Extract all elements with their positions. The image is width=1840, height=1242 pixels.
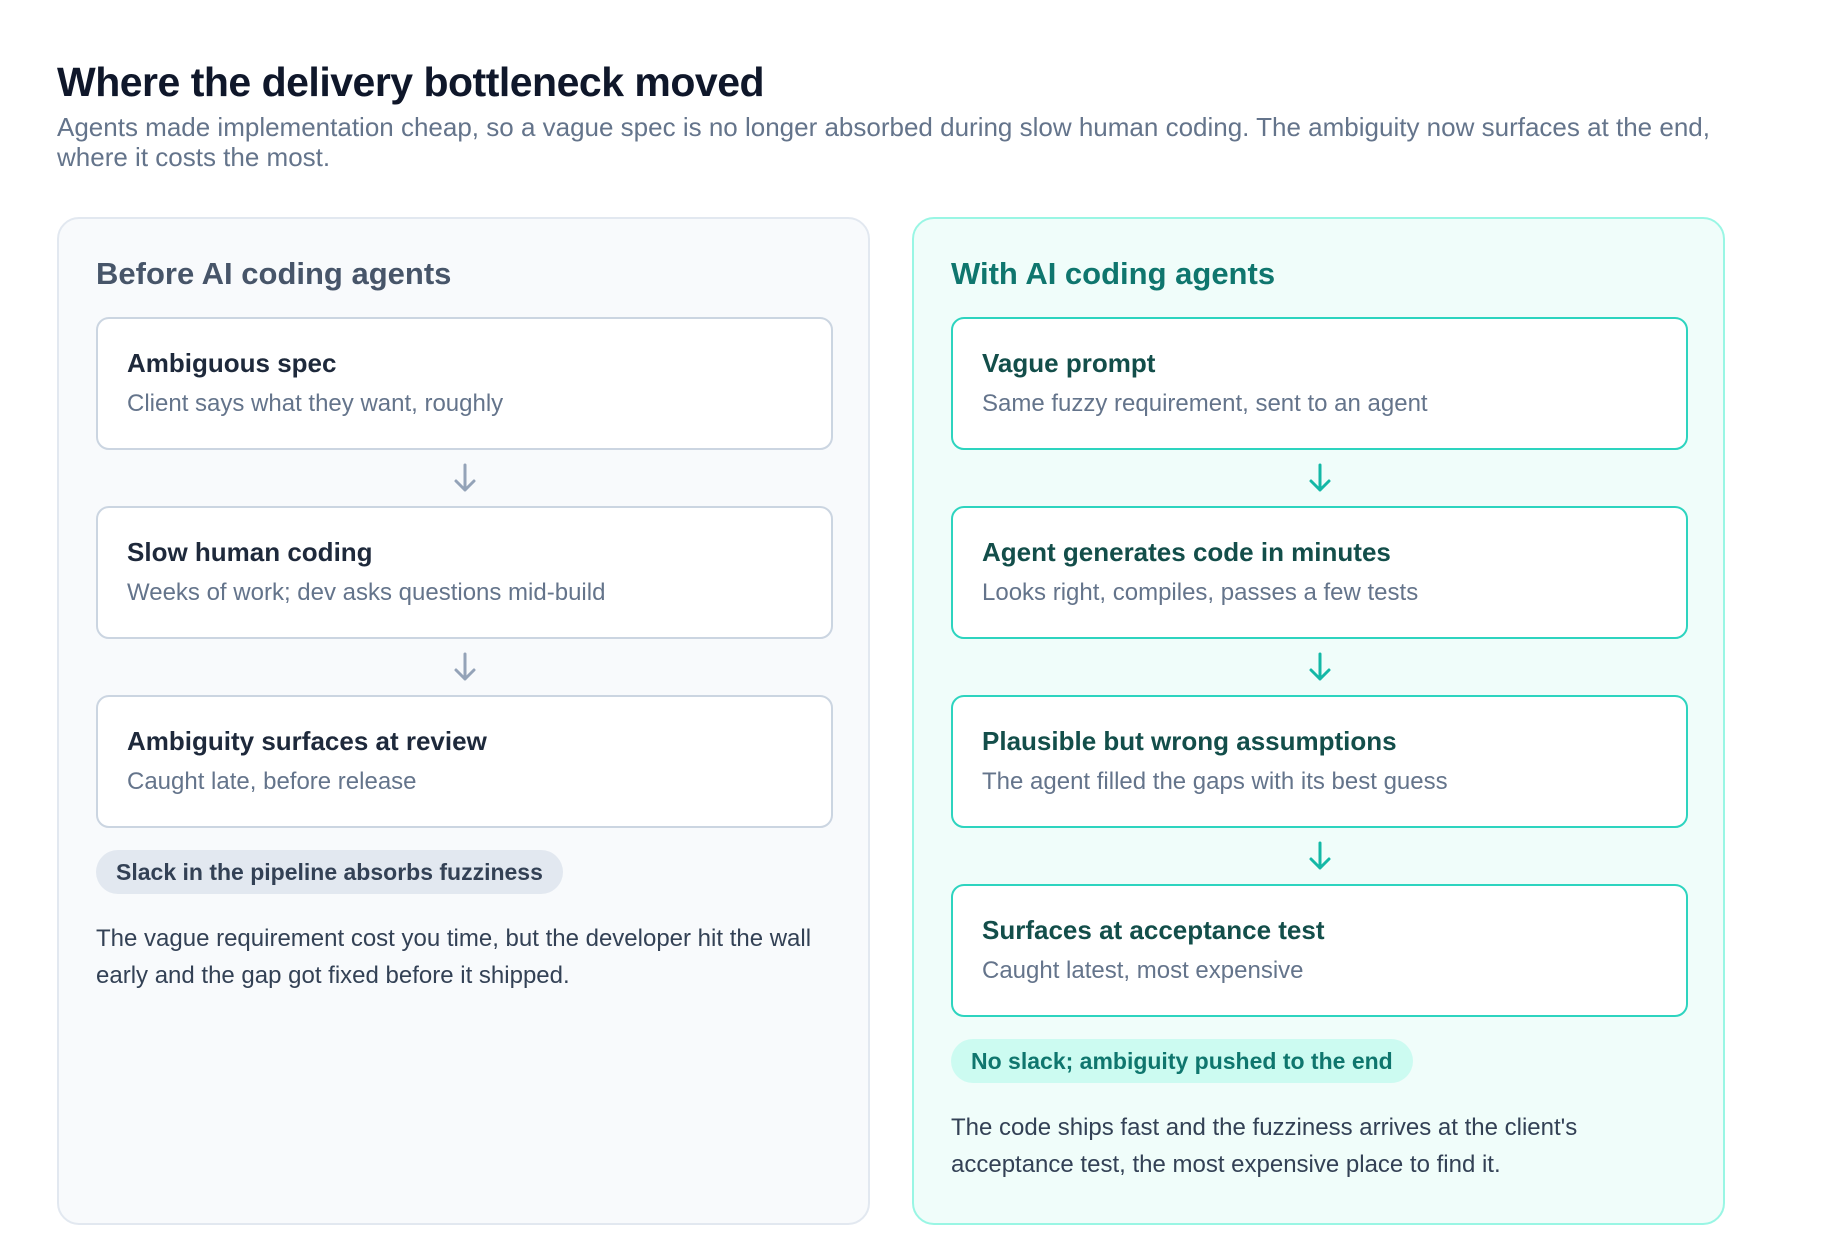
step-desc: The agent filled the gaps with its best … [982,768,1448,795]
after-note: The code ships fast and the fuzziness ar… [951,1114,1578,1178]
page: Where the delivery bottleneck moved Agen… [0,0,1840,1242]
down-arrow-icon [96,450,833,506]
page-title: Where the delivery bottleneck moved [57,59,765,105]
after-step-vague-prompt: Vague prompt Same fuzzy requirement, sen… [951,317,1688,450]
before-step-slow-coding: Slow human coding Weeks of work; dev ask… [96,506,833,639]
step-title: Ambiguity surfaces at review [127,726,487,756]
before-panel: Before AI coding agents Ambiguous spec C… [57,217,870,1225]
step-title: Ambiguous spec [127,348,337,378]
after-step-agent-generates: Agent generates code in minutes Looks ri… [951,506,1688,639]
down-arrow-icon [96,639,833,695]
after-step-acceptance-test: Surfaces at acceptance test Caught lates… [951,884,1688,1017]
down-arrow-icon [951,828,1688,884]
step-desc: Caught late, before release [127,768,417,795]
step-title: Vague prompt [982,348,1156,378]
down-arrow-icon [951,639,1688,695]
after-heading: With AI coding agents [951,256,1276,291]
before-step-ambiguous-spec: Ambiguous spec Client says what they wan… [96,317,833,450]
down-arrow-icon [951,450,1688,506]
before-tag: Slack in the pipeline absorbs fuzziness [96,850,563,894]
step-desc: Looks right, compiles, passes a few test… [982,579,1419,606]
step-desc: Same fuzzy requirement, sent to an agent [982,390,1428,417]
step-title: Agent generates code in minutes [982,537,1391,567]
step-desc: Weeks of work; dev asks questions mid-bu… [127,579,606,606]
step-desc: Caught latest, most expensive [982,957,1304,984]
step-title: Slow human coding [127,537,373,567]
comparison-columns: Before AI coding agents Ambiguous spec C… [57,217,1725,1225]
after-step-wrong-assumptions: Plausible but wrong assumptions The agen… [951,695,1688,828]
page-subtitle: Agents made implementation cheap, so a v… [57,112,1710,172]
step-desc: Client says what they want, roughly [127,390,504,417]
before-heading: Before AI coding agents [96,256,452,291]
step-title: Plausible but wrong assumptions [982,726,1397,756]
before-note: The vague requirement cost you time, but… [96,925,812,989]
after-tag: No slack; ambiguity pushed to the end [951,1039,1413,1083]
step-title: Surfaces at acceptance test [982,915,1325,945]
after-panel: With AI coding agents Vague prompt Same … [912,217,1725,1225]
before-step-review: Ambiguity surfaces at review Caught late… [96,695,833,828]
